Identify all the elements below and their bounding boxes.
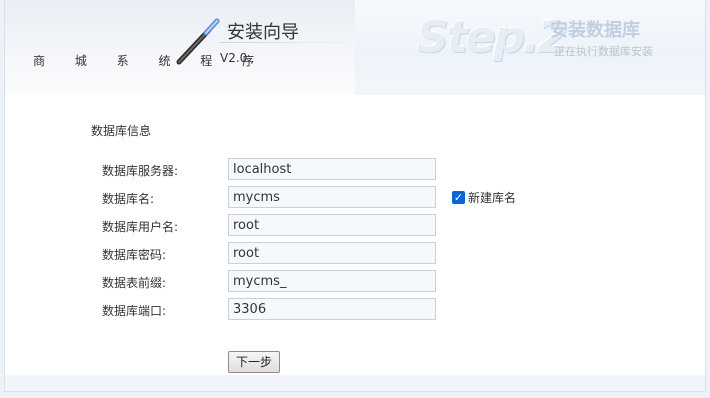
installer-frame: 商 城 系 统 程 序 安装向导 V2.0 Step.2 安装数据库 正在执行数… [4, 0, 706, 392]
db-server-input[interactable] [228, 158, 436, 180]
db-server-label: 数据库服务器: [102, 164, 179, 178]
installer-header: 商 城 系 统 程 序 安装向导 V2.0 Step.2 安装数据库 正在执行数… [5, 0, 705, 95]
db-name-label: 数据库名: [102, 192, 155, 206]
form-row-db-server: 数据库服务器: [5, 158, 705, 182]
db-user-input[interactable] [228, 214, 436, 236]
form-row-db-password: 数据库密码: [5, 242, 705, 266]
db-name-input[interactable] [228, 186, 436, 208]
section-title: 数据库信息 [91, 124, 152, 138]
title-divider [220, 42, 358, 43]
form-row-db-user: 数据库用户名: [5, 214, 705, 238]
table-prefix-input[interactable] [228, 270, 436, 292]
footer-band [5, 375, 705, 391]
form-row-db-port: 数据库端口: [5, 298, 705, 322]
step-subtitle: 正在执行数据库安装 [554, 45, 653, 58]
form-row-db-name: 数据库名: ✓ 新建库名 [5, 186, 705, 210]
next-step-button[interactable]: 下一步 [228, 351, 280, 373]
create-db-checkbox[interactable]: ✓ [452, 191, 465, 204]
db-port-input[interactable] [228, 298, 436, 320]
create-db-label[interactable]: 新建库名 [468, 189, 516, 206]
table-prefix-label: 数据表前缀: [102, 276, 167, 290]
db-password-label: 数据库密码: [102, 248, 167, 262]
version-label: V2.0 [220, 51, 248, 65]
magic-wand-icon [176, 18, 220, 65]
step-number: Step.2 [417, 12, 568, 63]
step-title: 安装数据库 [550, 20, 640, 41]
db-port-label: 数据库端口: [102, 304, 167, 318]
db-user-label: 数据库用户名: [102, 220, 179, 234]
form-row-table-prefix: 数据表前缀: [5, 270, 705, 294]
create-db-toggle[interactable]: ✓ 新建库名 [452, 189, 516, 206]
wizard-title: 安装向导 [227, 22, 299, 43]
db-password-input[interactable] [228, 242, 436, 264]
